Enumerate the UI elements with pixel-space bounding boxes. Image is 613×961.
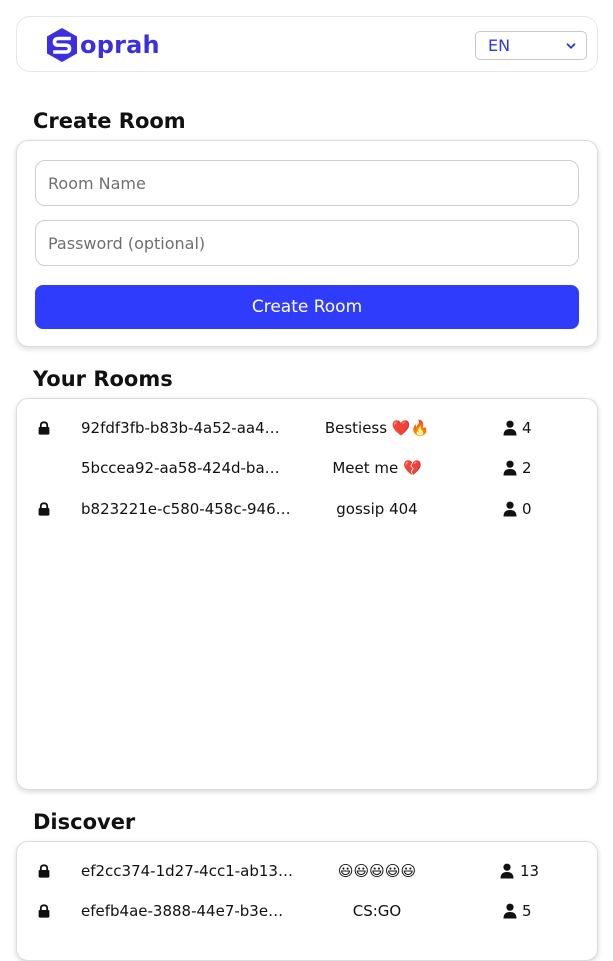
room-name: Bestiess ❤️🔥 xyxy=(324,419,430,437)
chevron-down-icon xyxy=(566,42,576,49)
create-room-title: Create Room xyxy=(33,109,186,133)
user-icon xyxy=(503,420,517,436)
member-count: 5 xyxy=(522,902,532,920)
room-id: efefb4ae-3888-44e7-b3e… xyxy=(81,902,284,920)
member-count: 13 xyxy=(520,862,540,880)
room-password-input[interactable] xyxy=(35,220,579,266)
room-name: CS:GO xyxy=(352,902,402,920)
room-row[interactable]: 92fdf3fb-b83b-4a52-aa4… Bestiess ❤️🔥 4 xyxy=(17,413,599,443)
member-count: 0 xyxy=(522,500,532,518)
room-id: ef2cc374-1d27-4cc1-ab13… xyxy=(81,862,293,880)
room-id: 5bccea92-aa58-424d-ba… xyxy=(81,459,280,477)
discover-title: Discover xyxy=(33,810,136,834)
lock-icon xyxy=(38,864,50,878)
room-row[interactable]: b823221e-c580-458c-946… gossip 404 0 xyxy=(17,494,599,524)
room-id: b823221e-c580-458c-946… xyxy=(81,500,291,518)
user-icon xyxy=(503,460,517,476)
user-icon xyxy=(500,863,514,879)
room-row[interactable]: ef2cc374-1d27-4cc1-ab13… 😃😃😃😃😃 13 xyxy=(17,856,599,886)
lock-icon xyxy=(38,904,50,918)
room-name: Meet me 💔 xyxy=(332,459,422,477)
language-value: EN xyxy=(488,36,511,55)
lock-icon xyxy=(38,502,50,516)
lock-icon xyxy=(38,421,50,435)
discover-list: ef2cc374-1d27-4cc1-ab13… 😃😃😃😃😃 13 efefb4… xyxy=(16,841,598,961)
user-icon xyxy=(503,501,517,517)
room-name: 😃😃😃😃😃 xyxy=(337,862,417,880)
create-room-card: Create Room xyxy=(16,140,598,347)
app-header: oprah EN xyxy=(16,16,598,72)
room-row[interactable]: 5bccea92-aa58-424d-ba… Meet me 💔 2 xyxy=(17,453,599,483)
logo-text: oprah xyxy=(80,31,160,59)
room-name-input[interactable] xyxy=(35,160,579,206)
member-count: 4 xyxy=(522,419,532,437)
user-icon xyxy=(503,903,517,919)
room-row[interactable]: efefb4ae-3888-44e7-b3e… CS:GO 5 xyxy=(17,896,599,926)
your-rooms-list: 92fdf3fb-b83b-4a52-aa4… Bestiess ❤️🔥 4 5… xyxy=(16,398,598,790)
room-id: 92fdf3fb-b83b-4a52-aa4… xyxy=(81,419,280,437)
room-name: gossip 404 xyxy=(336,500,418,518)
language-select[interactable]: EN xyxy=(475,31,587,60)
your-rooms-title: Your Rooms xyxy=(33,367,173,391)
sopra-logo-icon xyxy=(47,28,77,62)
create-room-button[interactable]: Create Room xyxy=(35,285,579,329)
member-count: 2 xyxy=(522,459,532,477)
app-logo[interactable]: oprah xyxy=(45,27,160,63)
